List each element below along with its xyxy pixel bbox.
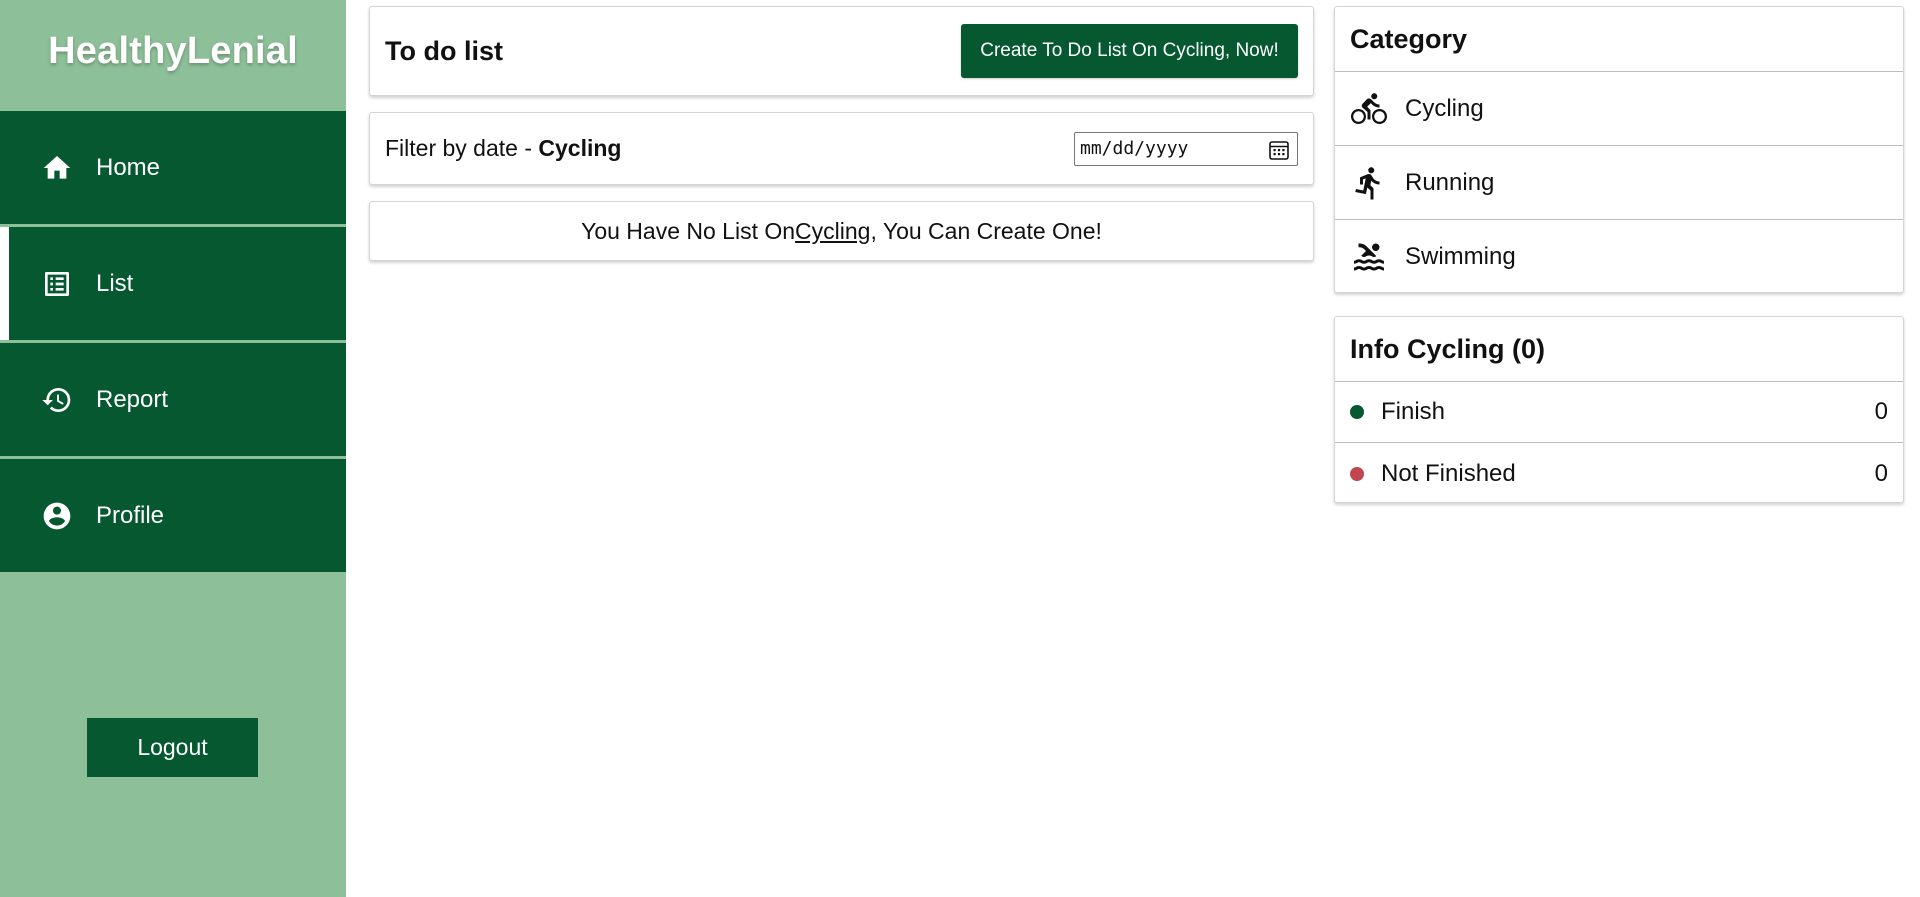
todo-header-card: To do list Create To Do List On Cycling,… — [369, 6, 1314, 96]
info-panel: Info Cycling (0) Finish 0 Not Finished 0 — [1334, 316, 1904, 503]
list-icon — [40, 267, 74, 301]
filter-category: Cycling — [538, 135, 622, 161]
sidebar-item-label: Report — [96, 385, 169, 413]
empty-message-category-link[interactable]: Cycling — [795, 218, 870, 245]
info-count: 0 — [1874, 398, 1888, 425]
date-placeholder: mm/dd/yyyy — [1080, 138, 1189, 159]
history-icon — [40, 383, 74, 417]
sidebar: HealthyLenial Home List Report Profile L… — [0, 0, 346, 897]
sidebar-item-profile[interactable]: Profile — [0, 459, 346, 572]
calendar-icon[interactable] — [1268, 139, 1290, 161]
info-row-not-finished: Not Finished 0 — [1335, 443, 1903, 504]
category-panel: Category Cycling Running Swimming — [1334, 6, 1904, 293]
filter-card: Filter by date - Cycling mm/dd/yyyy — [369, 112, 1314, 185]
empty-message-before: You Have No List On — [581, 217, 796, 244]
filter-label-prefix: Filter by date - — [385, 135, 539, 161]
info-count: 0 — [1874, 459, 1888, 487]
status-dot-not-finished — [1350, 466, 1364, 481]
sidebar-item-label: Profile — [96, 501, 165, 529]
category-label: Running — [1405, 168, 1495, 196]
category-item-swimming[interactable]: Swimming — [1335, 220, 1903, 294]
create-todo-button[interactable]: Create To Do List On Cycling, Now! — [961, 24, 1298, 78]
category-label: Swimming — [1405, 243, 1516, 270]
swim-icon — [1350, 238, 1388, 276]
bike-icon — [1350, 90, 1388, 128]
sidebar-item-report[interactable]: Report — [0, 343, 346, 456]
account-circle-icon — [40, 499, 74, 533]
sidebar-item-home[interactable]: Home — [0, 111, 346, 224]
category-item-running[interactable]: Running — [1335, 146, 1903, 220]
sidebar-item-label: List — [96, 269, 134, 297]
logout-button[interactable]: Logout — [87, 718, 258, 777]
brand-logo: HealthyLenial — [48, 29, 298, 72]
category-title: Category — [1335, 7, 1903, 72]
empty-message-after: , You Can Create One! — [870, 217, 1102, 244]
sidebar-item-list[interactable]: List — [0, 227, 346, 340]
category-label: Cycling — [1405, 94, 1484, 122]
info-title: Info Cycling (0) — [1335, 317, 1903, 382]
filter-label: Filter by date - Cycling — [385, 135, 621, 162]
info-label: Not Finished — [1381, 459, 1516, 487]
sidebar-nav: Home List Report Profile — [0, 111, 346, 575]
status-dot-finished — [1350, 405, 1364, 419]
category-item-cycling[interactable]: Cycling — [1335, 72, 1903, 146]
home-icon — [40, 151, 74, 185]
info-row-finish: Finish 0 — [1335, 382, 1903, 443]
date-filter-input[interactable]: mm/dd/yyyy — [1074, 131, 1298, 166]
run-icon — [1350, 164, 1388, 202]
page-title: To do list — [385, 35, 503, 66]
empty-state-card: You Have No List On Cycling, You Can Cre… — [369, 201, 1314, 261]
info-label: Finish — [1381, 398, 1446, 425]
sidebar-item-label: Home — [96, 153, 161, 181]
